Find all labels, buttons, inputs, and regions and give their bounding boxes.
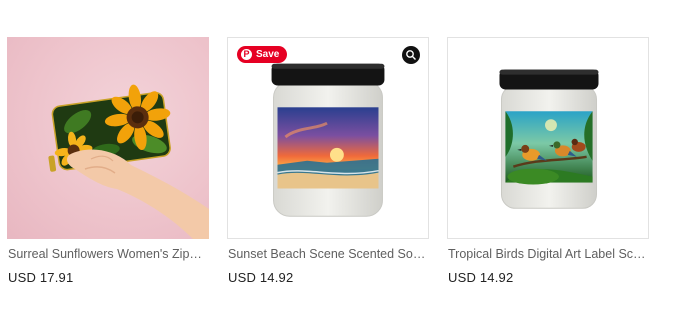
product-title[interactable]: Tropical Birds Digital Art Label Scented… — [448, 247, 648, 261]
product-image[interactable] — [7, 37, 209, 239]
product-image[interactable]: P Save — [227, 37, 429, 239]
product-price: USD 14.92 — [228, 270, 294, 285]
product-price: USD 14.92 — [448, 270, 514, 285]
sunset-candle-image — [271, 63, 385, 217]
product-title[interactable]: Surreal Sunflowers Women's Zipper Wallet — [8, 247, 208, 261]
product-card[interactable]: Surreal Sunflowers Women's Zipper Wallet… — [7, 0, 209, 309]
product-card[interactable]: Tropical Birds Digital Art Label Scented… — [447, 0, 649, 309]
visual-search-icon[interactable] — [402, 46, 420, 64]
tropical-birds-candle-image — [499, 69, 599, 209]
product-image[interactable] — [447, 37, 649, 239]
pinterest-icon: P — [241, 49, 252, 60]
product-card[interactable]: P Save Sunset Beach Scene Scented Soy Ca… — [227, 0, 429, 309]
pinterest-save-button[interactable]: P Save — [237, 46, 288, 63]
save-label: Save — [256, 49, 280, 60]
product-price: USD 17.91 — [8, 270, 74, 285]
sunflower-wallet-image — [48, 84, 209, 239]
product-title[interactable]: Sunset Beach Scene Scented Soy Candle — [228, 247, 428, 261]
